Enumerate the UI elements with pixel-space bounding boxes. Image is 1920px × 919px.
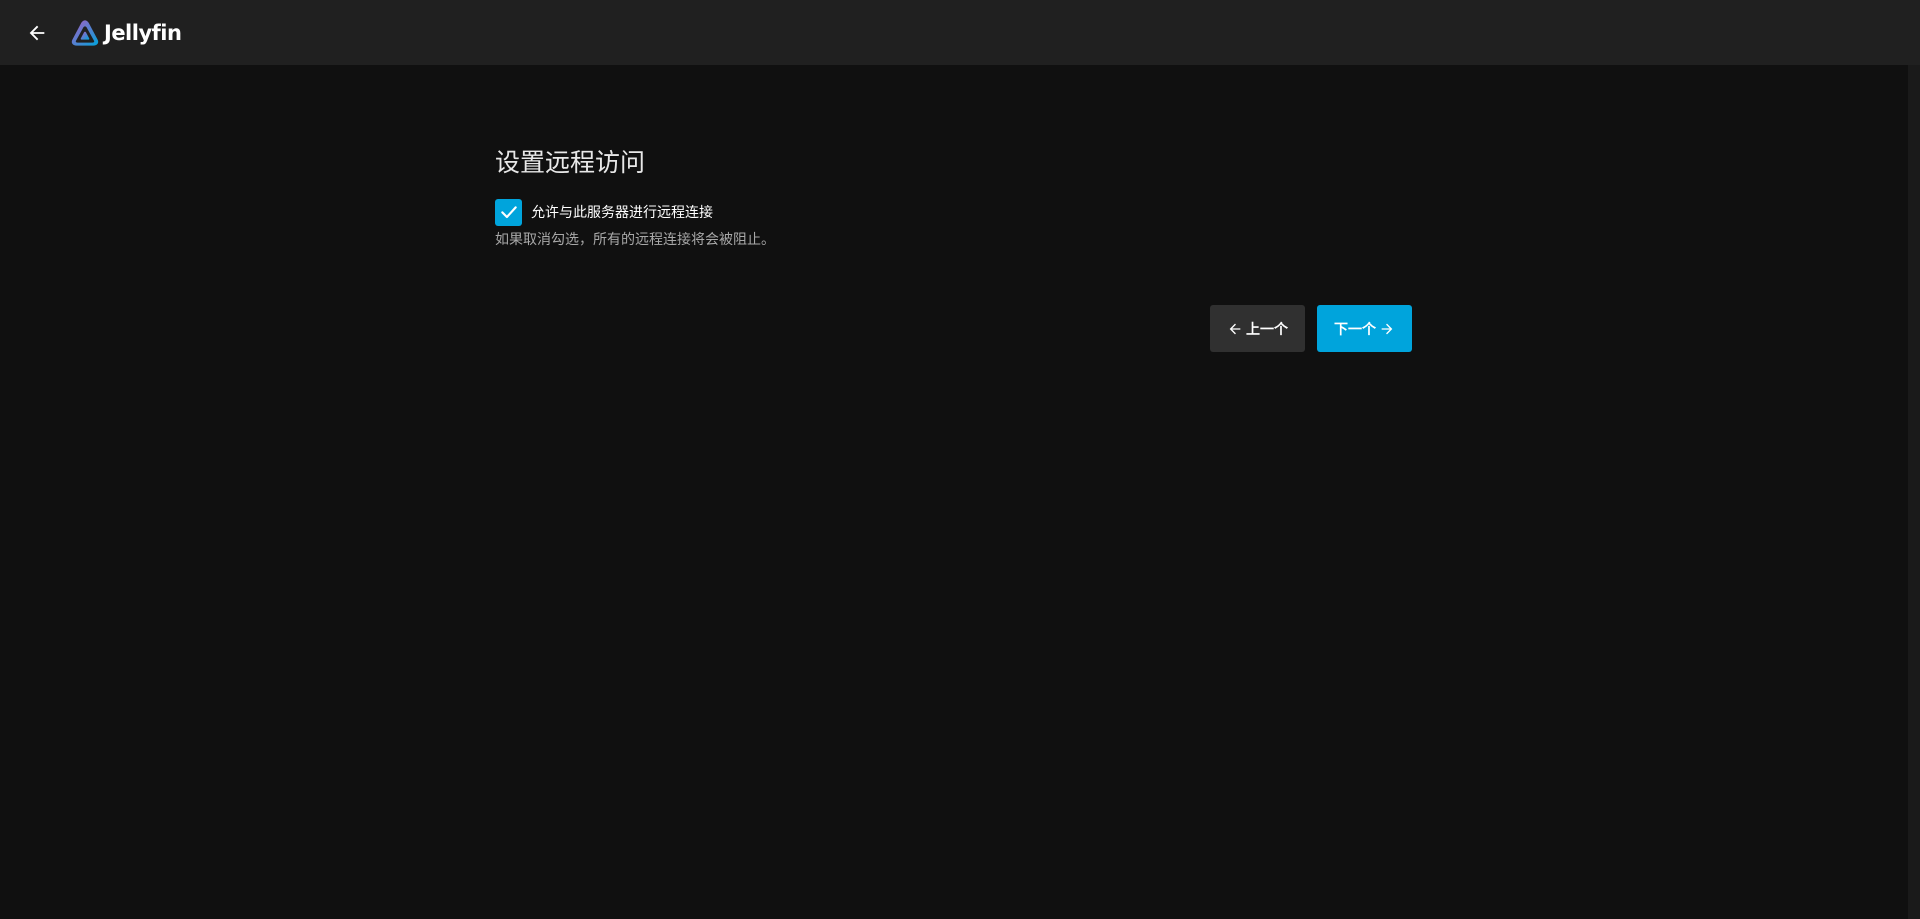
arrow-left-icon <box>29 25 45 41</box>
remote-access-label[interactable]: 允许与此服务器进行远程连接 <box>531 202 713 222</box>
back-button[interactable] <box>22 18 52 48</box>
scrollbar[interactable] <box>1908 65 1920 919</box>
remote-access-description: 如果取消勾选，所有的远程连接将会被阻止。 <box>495 232 775 248</box>
previous-button-label: 上一个 <box>1246 321 1288 338</box>
previous-button[interactable]: 上一个 <box>1210 305 1305 352</box>
checkmark-icon <box>500 206 517 219</box>
arrow-right-icon <box>1381 323 1393 334</box>
page-title: 设置远程访问 <box>495 148 646 177</box>
next-button[interactable]: 下一个 <box>1317 305 1412 352</box>
remote-access-option[interactable]: 允许与此服务器进行远程连接 <box>495 198 1415 226</box>
jellyfin-logo-icon <box>71 20 99 46</box>
app-header: Jellyfin <box>0 0 1920 65</box>
wizard-buttons: 上一个 下一个 <box>1210 305 1412 352</box>
arrow-left-icon <box>1229 323 1241 334</box>
jellyfin-logo[interactable]: Jellyfin <box>70 17 182 49</box>
remote-access-checkbox[interactable] <box>495 198 522 226</box>
wizard-remote-access: 设置远程访问 允许与此服务器进行远程连接 如果取消勾选，所有的远程连接将会被阻止… <box>495 145 1415 249</box>
next-button-label: 下一个 <box>1334 321 1376 338</box>
app-name: Jellyfin <box>104 21 182 45</box>
